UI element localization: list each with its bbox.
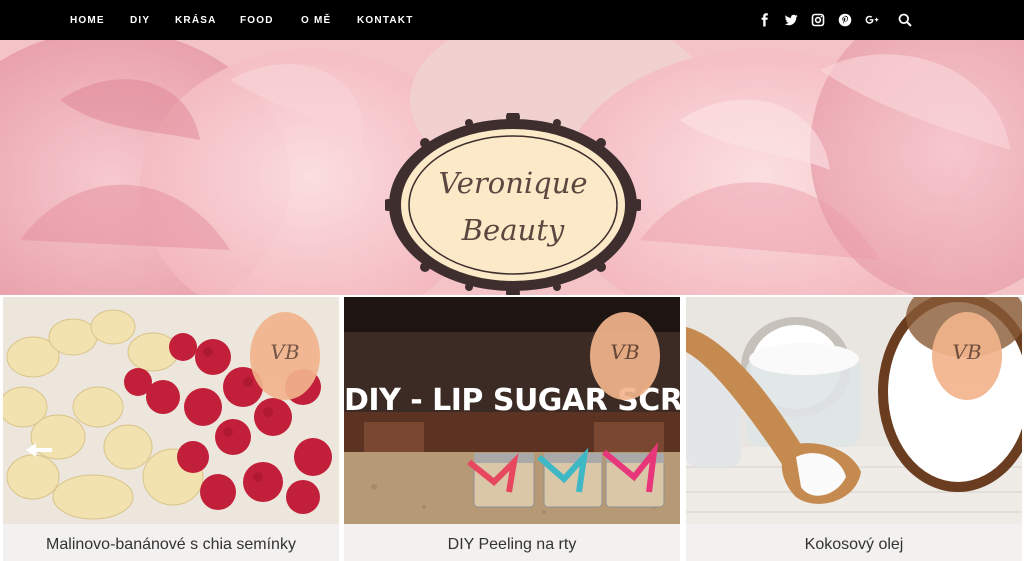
post-image-coconut-oil: VB (686, 297, 1022, 524)
post-card-coconut-oil[interactable]: VB Kokosový olej (686, 297, 1022, 561)
header-banner: Veronique Beauty (0, 40, 1024, 295)
search-icon[interactable] (898, 13, 912, 27)
vb-badge-icon: VB (250, 312, 320, 400)
vb-badge-icon: VB (932, 312, 1002, 400)
arrow-right-icon[interactable] (970, 440, 1000, 460)
nav-link-home[interactable]: HOME (70, 0, 105, 40)
post-title[interactable]: Kokosový olej (686, 524, 1022, 561)
post-image-raspberry-banana: VB (3, 297, 339, 524)
post-card-lip-scrub[interactable]: DIY - LIP SUGAR SCRUBS VB DIY Peeling na… (344, 297, 680, 561)
top-navigation-bar: HOME DIY KRÁSA FOOD O MĚ KONTAKT (0, 0, 1024, 40)
site-logo[interactable]: Veronique Beauty (385, 113, 641, 295)
logo-text-line1: Veronique (438, 166, 588, 200)
nav-link-diy[interactable]: DIY (130, 0, 150, 40)
vb-badge-text: VB (270, 340, 300, 364)
vb-badge-text: VB (610, 340, 640, 364)
facebook-icon[interactable] (758, 13, 772, 27)
nav-link-krasa[interactable]: KRÁSA (175, 0, 217, 40)
logo-text-line2: Beauty (461, 213, 565, 247)
post-title[interactable]: Malinovo-banánové s chia semínky (3, 524, 339, 561)
twitter-icon[interactable] (784, 13, 798, 27)
post-card-raspberry-banana[interactable]: VB Malinovo-banánové s chia semínky (3, 297, 339, 561)
logo-frame-icon (385, 113, 641, 295)
nav-link-food[interactable]: FOOD (240, 0, 274, 40)
vb-badge-text: VB (952, 340, 982, 364)
google-plus-icon[interactable] (865, 13, 879, 27)
nav-link-kontakt[interactable]: KONTAKT (357, 0, 414, 40)
vb-badge-icon: VB (590, 312, 660, 400)
post-image-lip-scrub: DIY - LIP SUGAR SCRUBS VB (344, 297, 680, 524)
instagram-icon[interactable] (811, 13, 825, 27)
pinterest-icon[interactable] (838, 13, 852, 27)
post-title[interactable]: DIY Peeling na rty (344, 524, 680, 561)
nav-link-o-me[interactable]: O MĚ (301, 0, 331, 40)
arrow-left-icon[interactable] (24, 440, 54, 460)
